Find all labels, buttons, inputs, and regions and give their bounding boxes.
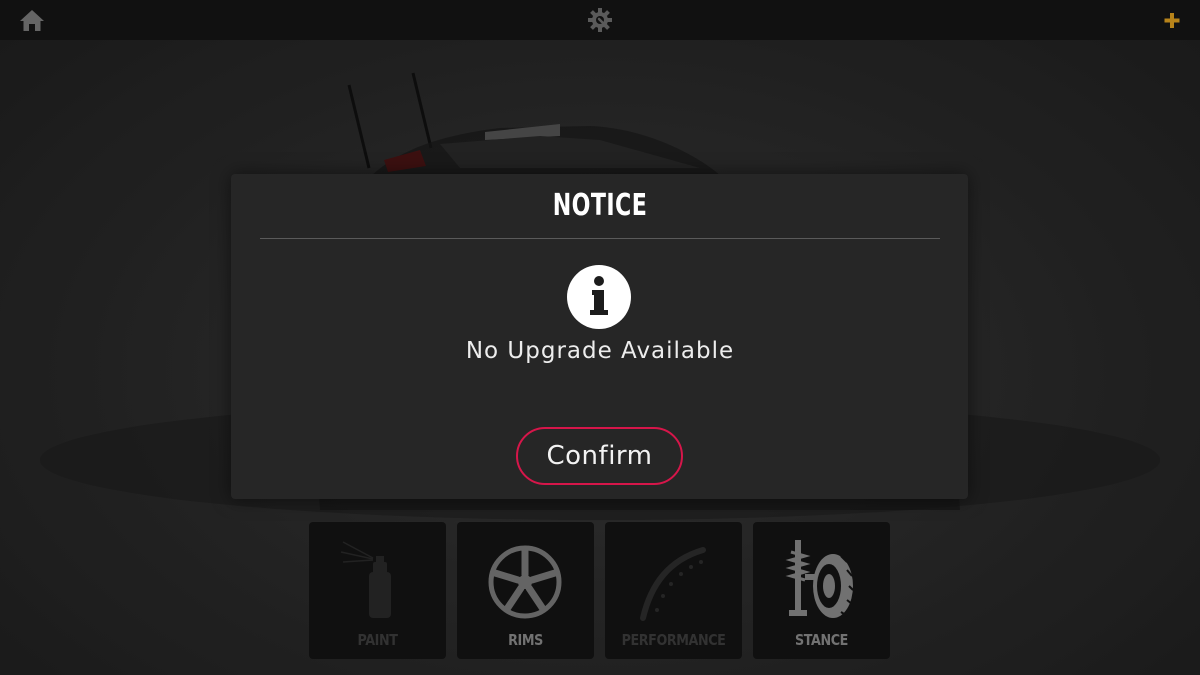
- info-icon: [566, 264, 632, 330]
- confirm-button[interactable]: Confirm: [516, 427, 683, 485]
- dialog-message: No Upgrade Available: [465, 338, 735, 364]
- garage-screen: PAINT RIMS PERFORMANCE STANCE NOTICE No …: [0, 0, 1200, 675]
- dialog-title: NOTICE: [552, 188, 648, 223]
- dialog-divider: [260, 238, 940, 239]
